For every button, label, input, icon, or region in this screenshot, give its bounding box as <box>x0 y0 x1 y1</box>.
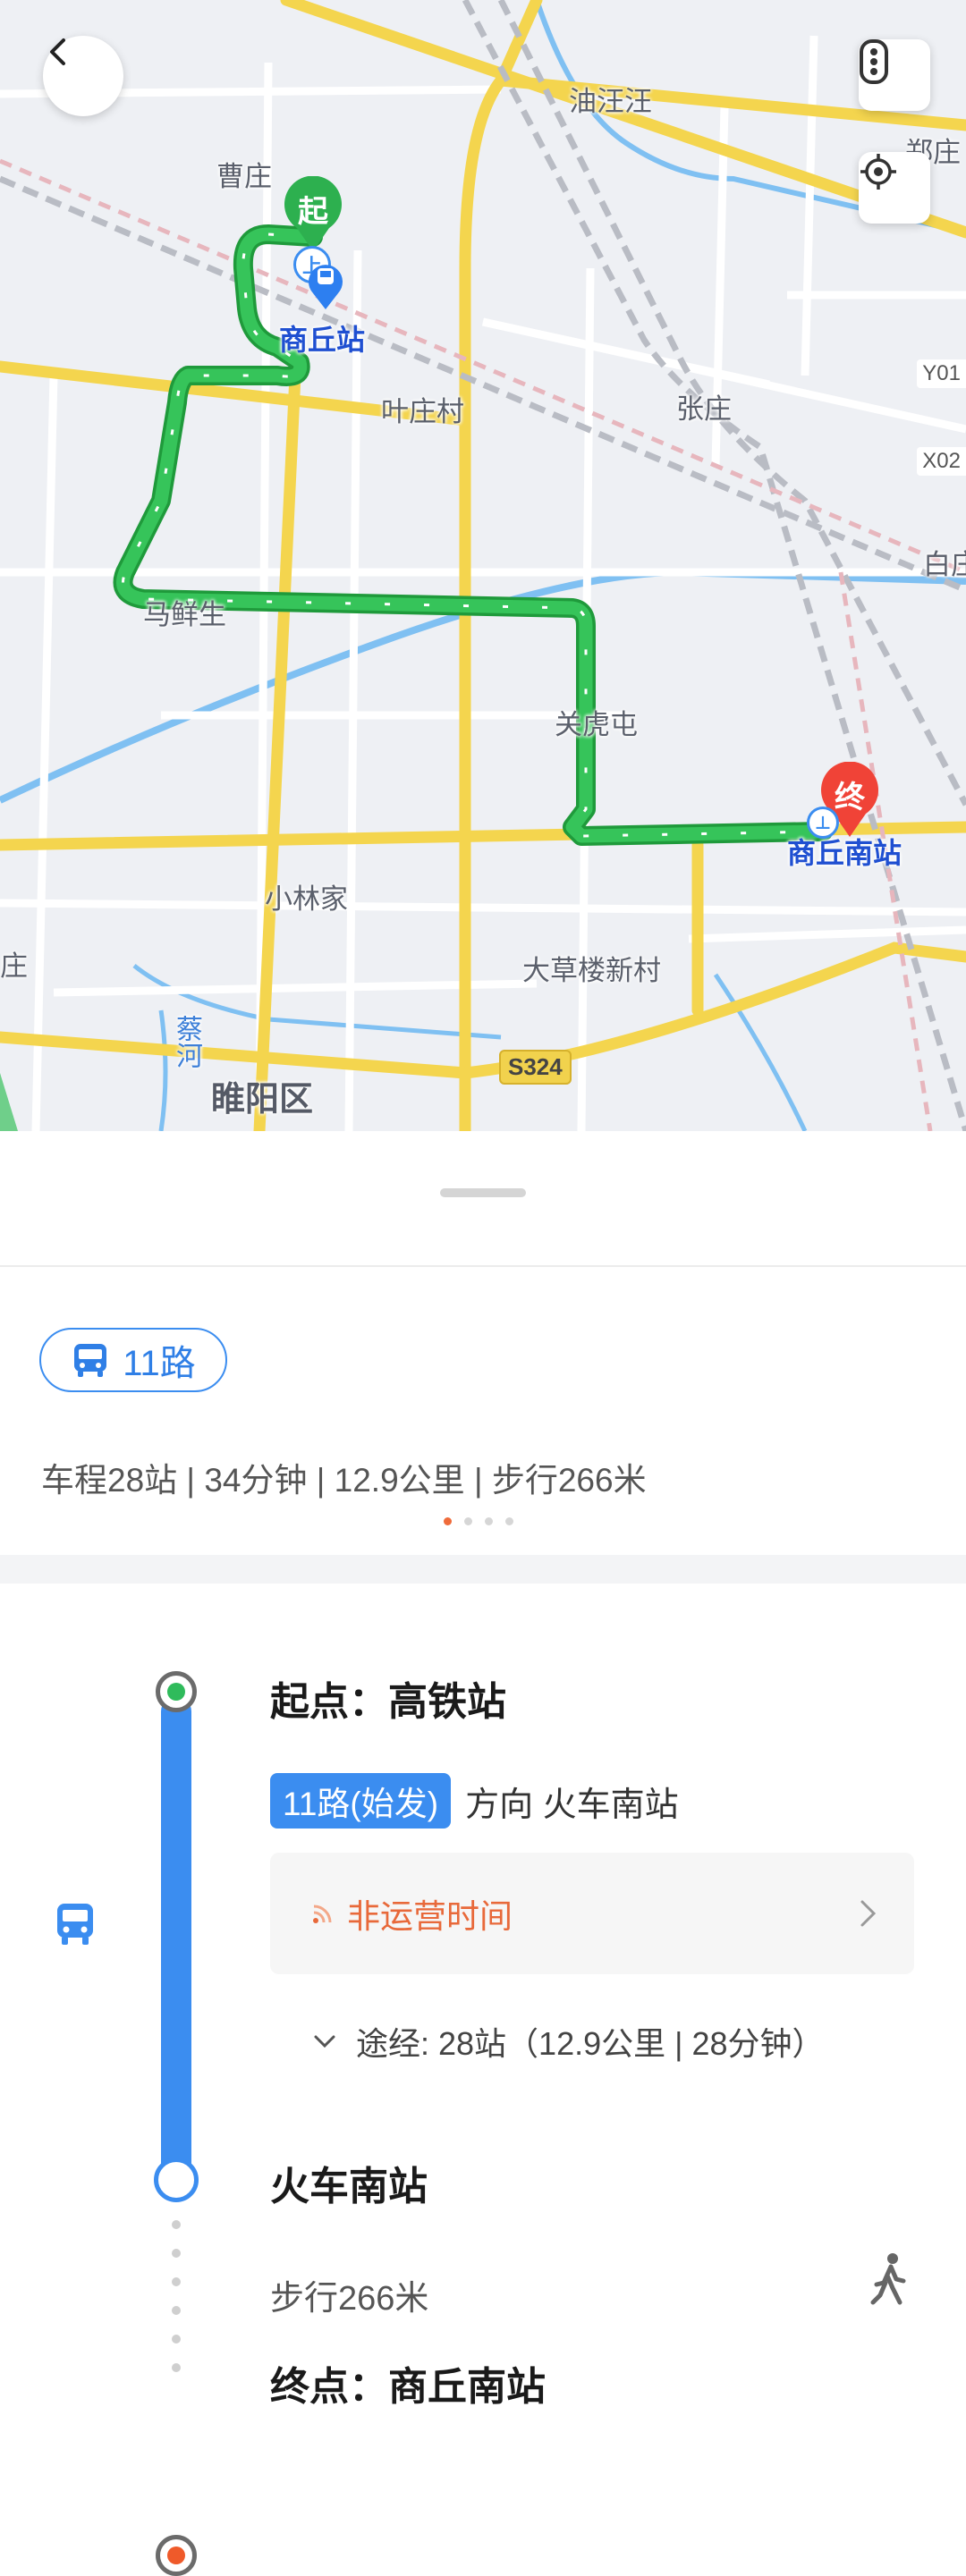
walk-dot <box>172 2249 181 2258</box>
place-label: 曹庄 <box>216 161 272 192</box>
end-stop-title: 终点：商丘南站 <box>270 2365 546 2409</box>
back-arrow-icon <box>50 38 65 65</box>
realtime-status-card[interactable]: 非运营时间 <box>270 1853 914 1974</box>
end-node <box>156 2535 197 2576</box>
river-label: 蔡河 <box>172 1015 201 1068</box>
traffic-light-icon <box>860 39 888 84</box>
walk-icon <box>869 2252 909 2310</box>
road-label-x02: X02 <box>917 447 966 476</box>
walk-dot <box>172 2277 181 2286</box>
route-detail-sheet: 11路 车程28站 | 34分钟 | 12.9公里 | 步行266米 起点：高铁… <box>0 1131 966 2576</box>
signal-icon <box>313 1905 332 1923</box>
page-dot <box>464 1517 472 1525</box>
alight-stop-title: 火车南站 <box>270 2165 428 2209</box>
start-stop-title: 起点：高铁站 <box>270 1680 506 1724</box>
bus-mode-icon <box>54 1902 97 1951</box>
back-button[interactable] <box>43 36 123 116</box>
page-indicator <box>444 1517 513 1525</box>
sheet-drag-handle[interactable] <box>440 1188 526 1197</box>
page-dot <box>485 1517 493 1525</box>
divider <box>0 1265 966 1267</box>
bus-icon <box>74 1344 107 1377</box>
place-label: 大草楼新村 <box>522 955 661 986</box>
walk-text: 步行266米 <box>270 2280 429 2318</box>
alight-node <box>154 2158 199 2202</box>
chevron-down-icon <box>314 2035 335 2048</box>
road-shield-s324: S324 <box>499 1050 572 1085</box>
place-label: 马鲜生 <box>143 599 226 630</box>
alight-badge: ⊥ <box>807 807 839 839</box>
place-label: 白庄 <box>923 549 966 580</box>
start-marker-text: 起 <box>298 195 328 229</box>
chevron-right-icon <box>860 1900 877 1927</box>
page-dot <box>505 1517 513 1525</box>
walk-dot <box>172 2335 181 2344</box>
walk-dot <box>172 2220 181 2229</box>
traffic-button[interactable] <box>859 39 930 111</box>
place-label: 叶庄村 <box>381 396 464 427</box>
line-direction-row: 11路(始发) 方向 火车南站 <box>270 1773 679 1829</box>
via-stops-text: 途经: 28站（12.9公里 | 28分钟） <box>356 2025 825 2062</box>
place-label: 张庄 <box>676 393 732 425</box>
district-label: 睢阳区 <box>211 1081 314 1119</box>
place-label: 庄 <box>0 950 28 982</box>
route-chip-label: 11路 <box>123 1344 196 1383</box>
bus-segment-bar <box>161 1696 191 2179</box>
walk-dot <box>172 2306 181 2315</box>
place-label: 关虎屯 <box>555 709 638 740</box>
line-tag[interactable]: 11路(始发) <box>270 1773 452 1829</box>
route-chip[interactable]: 11路 <box>39 1328 227 1392</box>
status-text: 非运营时间 <box>347 1898 513 1935</box>
via-stops-toggle[interactable]: 途经: 28站（12.9公里 | 28分钟） <box>313 2018 825 2065</box>
route-map[interactable]: 曹庄 油汪汪 郑庄 叶庄村 张庄 白庄 马鲜生 关虎屯 小林家 大草楼新村 庄 … <box>0 0 966 1131</box>
locate-button[interactable] <box>859 152 930 224</box>
start-node <box>156 1671 197 1712</box>
place-label: 小林家 <box>265 883 348 915</box>
locate-icon <box>860 154 896 190</box>
section-separator <box>0 1555 966 1584</box>
walk-dot <box>172 2363 181 2372</box>
direction-text: 方向 火车南站 <box>465 1786 679 1824</box>
alight-badge-glyph: ⊥ <box>814 813 832 833</box>
page-dot-active <box>444 1517 452 1525</box>
place-label: 油汪汪 <box>569 86 652 117</box>
road-label-y01: Y01 <box>917 359 966 388</box>
route-summary: 车程28站 | 34分钟 | 12.9公里 | 步行266米 <box>41 1462 647 1499</box>
map-canvas <box>0 0 966 1131</box>
start-station-label: 商丘站 <box>279 324 366 356</box>
